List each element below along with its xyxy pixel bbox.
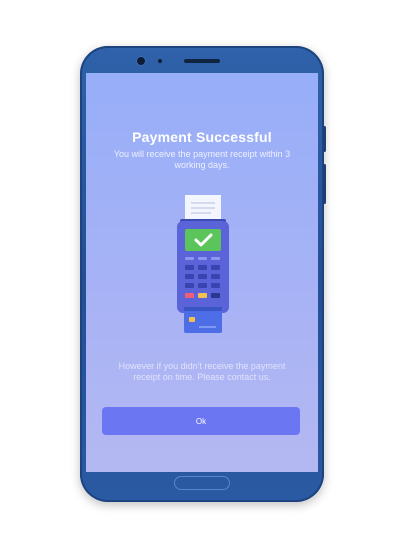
earpiece xyxy=(184,59,220,63)
page-title: Payment Successful xyxy=(132,129,272,145)
phone-frame: Payment Successful You will receive the … xyxy=(80,46,326,502)
card-terminal-icon xyxy=(177,195,229,333)
ok-button[interactable]: Ok xyxy=(102,407,300,435)
sensor-icon xyxy=(158,59,162,63)
page-subtitle: You will receive the payment receipt wit… xyxy=(113,149,291,170)
receipt-icon xyxy=(185,195,221,223)
power-button xyxy=(323,164,326,204)
home-button[interactable] xyxy=(174,476,230,490)
app-screen: Payment Successful You will receive the … xyxy=(86,73,318,472)
contact-note: However if you didn't receive the paymen… xyxy=(118,361,286,382)
front-camera-icon xyxy=(137,57,145,65)
volume-button xyxy=(323,126,326,152)
